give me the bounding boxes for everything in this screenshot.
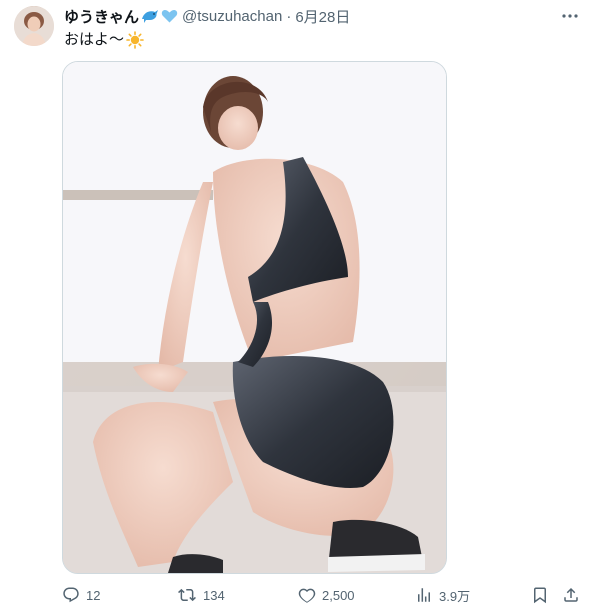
retweet-button[interactable]: 134 (177, 582, 225, 608)
bookmark-icon (534, 587, 546, 604)
share-button[interactable] (562, 582, 580, 608)
reply-button[interactable]: 12 (62, 582, 100, 608)
retweet-count: 134 (203, 587, 225, 603)
dolphin-icon (141, 8, 159, 24)
avatar[interactable] (14, 6, 54, 46)
tweet-text: おはよ〜 (64, 30, 144, 50)
like-button[interactable]: 2,500 (298, 582, 355, 608)
reply-count: 12 (86, 587, 101, 603)
user-handle[interactable]: @tsuzuhachan (182, 8, 282, 25)
views-button[interactable]: 3.9万 (415, 582, 470, 608)
more-button[interactable] (558, 4, 582, 28)
more-dots-icon (562, 14, 578, 18)
tweet: ゆうきゃん @tsuzuhachan · 6月28日 おはよ〜 12 134 2… (0, 0, 597, 616)
views-count: 3.9万 (439, 588, 471, 604)
photo-image (63, 62, 446, 573)
tweet-photo[interactable] (62, 61, 447, 574)
separator-dot: · (286, 7, 292, 25)
heart-icon (298, 588, 316, 603)
like-count: 2,500 (322, 587, 355, 603)
tweet-text-content: おはよ〜 (64, 31, 125, 48)
reply-icon (63, 587, 79, 603)
tweet-header: ゆうきゃん @tsuzuhachan · 6月28日 (64, 6, 350, 26)
sun-icon (126, 31, 144, 49)
analytics-icon (418, 588, 430, 602)
action-bar: 12 134 2,500 3.9万 (60, 582, 586, 608)
display-name[interactable]: ゆうきゃん (64, 6, 139, 27)
retweet-icon (178, 588, 196, 602)
blue-heart-icon (161, 8, 178, 24)
avatar-image (14, 6, 54, 46)
share-icon (564, 587, 578, 602)
tweet-date[interactable]: 6月28日 (295, 6, 350, 27)
bookmark-button[interactable] (531, 582, 549, 608)
